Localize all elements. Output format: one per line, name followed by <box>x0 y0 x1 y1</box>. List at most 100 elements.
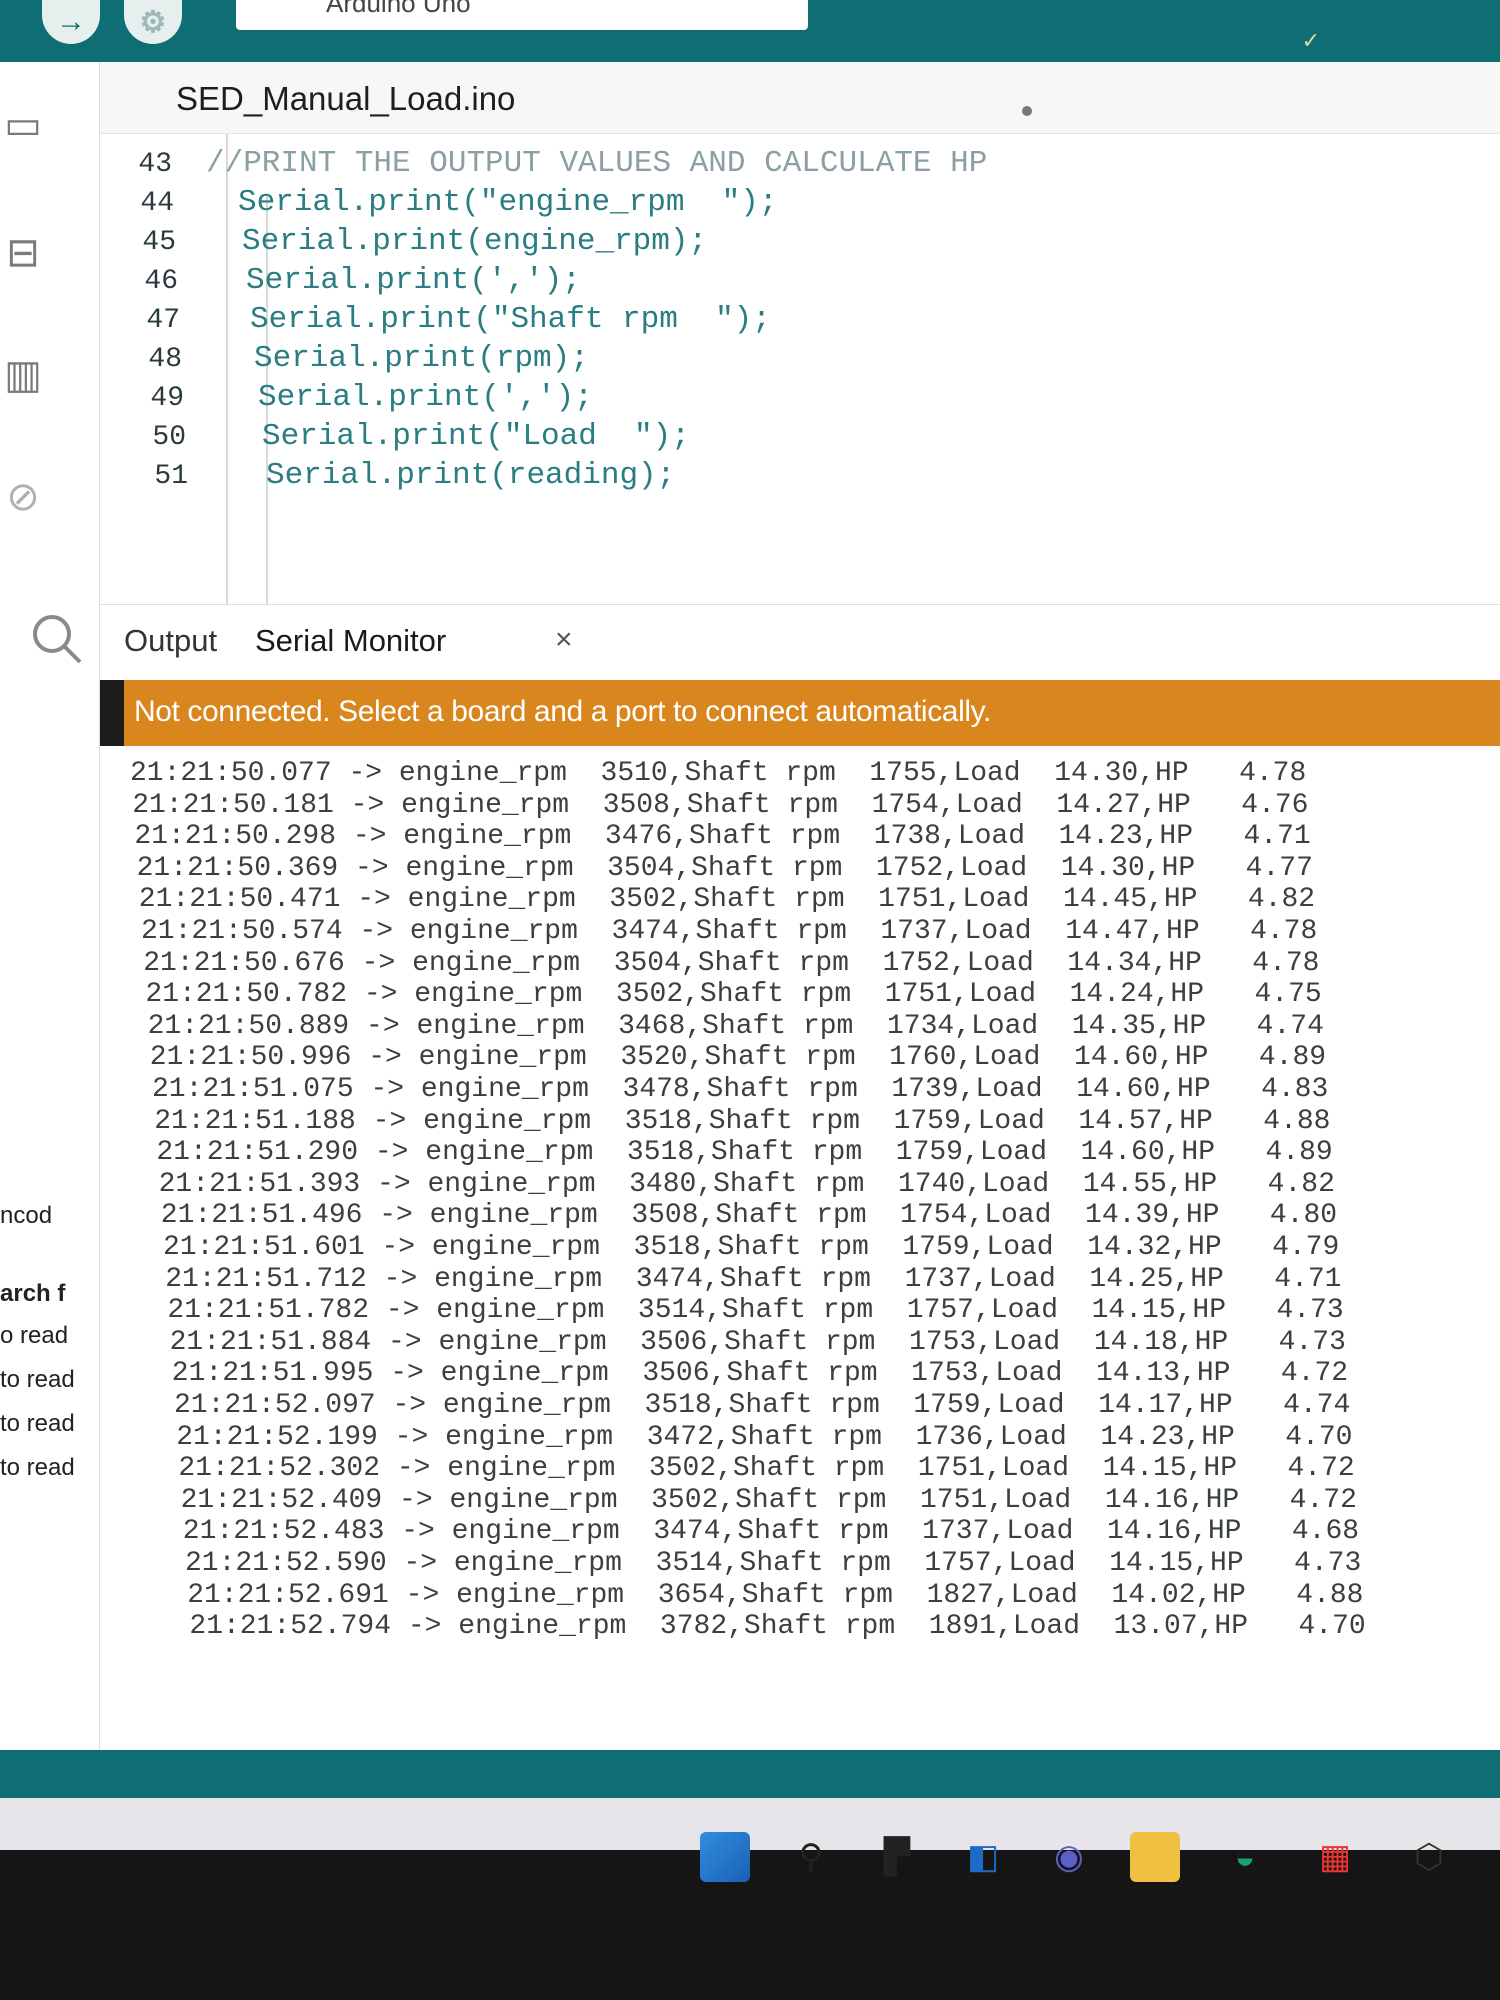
log-engine-value: 3502 <box>651 1484 719 1516</box>
serial-log-line: 21:21:51.782 -> engine_rpm 3514,Shaft rp… <box>167 1293 1343 1329</box>
log-shaft-label: ,Shaft rpm <box>694 1137 863 1169</box>
file-explorer-icon[interactable] <box>1130 1832 1180 1882</box>
search-icon[interactable]: ⚲ <box>786 1832 836 1882</box>
serial-log-line: 21:21:52.794 -> engine_rpm 3782,Shaft rp… <box>189 1609 1365 1645</box>
log-hp-value: 4.82 <box>1267 1168 1335 1200</box>
serial-log-line: 21:21:51.290 -> engine_rpm 3518,Shaft rp… <box>156 1135 1332 1171</box>
log-shaft-label: ,Shaft rpm <box>720 1516 889 1548</box>
log-arrow: -> <box>381 1232 416 1263</box>
serial-log-line: 21:21:50.298 -> engine_rpm 3476,Shaft rp… <box>134 819 1310 855</box>
log-load-value: 14.47 <box>1065 916 1150 947</box>
log-arrow: -> <box>383 1263 418 1295</box>
log-load-value: 14.25 <box>1089 1263 1174 1295</box>
log-hp-label: ,HP <box>1195 1579 1246 1611</box>
log-hp-label: ,HP <box>1160 1074 1211 1105</box>
debug-icon[interactable]: ⊘ <box>0 474 46 520</box>
log-time: 21:21:51.884 <box>169 1326 372 1358</box>
log-hp-value: 4.80 <box>1269 1200 1338 1232</box>
log-load-label: ,Load <box>969 1232 1054 1263</box>
log-hp-label: ,HP <box>1142 821 1194 853</box>
log-hp-label: ,HP <box>1153 979 1205 1011</box>
code-line: 43//PRINT THE OUTPUT VALUES AND CALCULAT… <box>102 142 1402 186</box>
log-arrow: -> <box>352 821 387 853</box>
log-shaft-value: 1752 <box>882 947 950 979</box>
log-hp-value: 4.71 <box>1274 1263 1342 1295</box>
log-arrow: -> <box>385 1295 420 1327</box>
log-shaft-label: ,Shaft rpm <box>676 884 845 916</box>
log-load-value: 14.60 <box>1080 1137 1165 1169</box>
file-tab[interactable]: SED_Manual_Load.ino <box>176 80 515 118</box>
code-line: 50 Serial.print("Load "); <box>116 415 1416 459</box>
log-load-value: 14.57 <box>1078 1105 1163 1137</box>
store-icon[interactable]: ▦ <box>1310 1832 1360 1882</box>
log-engine-value: 3518 <box>626 1137 695 1169</box>
log-hp-value: 4.78 <box>1250 916 1318 947</box>
log-arrow: -> <box>405 1579 440 1611</box>
log-shaft-value: 1757 <box>906 1295 974 1327</box>
log-load-value: 14.35 <box>1071 1010 1156 1042</box>
log-arrow: -> <box>403 1548 438 1579</box>
log-engine-label: engine_rpm <box>440 1358 609 1390</box>
log-hp-label: ,HP <box>1173 1263 1224 1295</box>
log-shaft-label: ,Shaft rpm <box>678 916 847 947</box>
log-hp-label: ,HP <box>1164 1137 1216 1169</box>
log-load-value: 14.15 <box>1102 1453 1187 1485</box>
serial-log-line: 21:21:50.889 -> engine_rpm 3468,Shaft rp… <box>148 1009 1324 1045</box>
windows-start-icon[interactable] <box>700 1832 750 1882</box>
log-load-value: 14.60 <box>1074 1042 1159 1074</box>
log-arrow: -> <box>357 884 391 916</box>
debug-button[interactable]: ⚙ <box>124 0 182 44</box>
log-time: 21:21:50.996 <box>149 1042 352 1074</box>
log-shaft-value: 1759 <box>913 1390 981 1421</box>
log-engine-label: engine_rpm <box>407 884 576 916</box>
upload-button[interactable]: → <box>42 0 100 44</box>
code-editor[interactable]: 43//PRINT THE OUTPUT VALUES AND CALCULAT… <box>100 134 1500 604</box>
log-time: 21:21:50.574 <box>141 916 343 947</box>
log-time: 21:21:50.471 <box>138 884 341 916</box>
log-engine-value: 3474 <box>653 1516 721 1548</box>
log-shaft-label: ,Shaft rpm <box>680 947 849 979</box>
folder-icon[interactable]: ▭ <box>0 102 46 148</box>
log-hp-value: 4.71 <box>1243 821 1311 853</box>
log-engine-label: engine_rpm <box>420 1074 589 1105</box>
tab-output[interactable]: Output <box>124 623 217 659</box>
boards-manager-icon[interactable]: ⊟ <box>0 230 46 276</box>
serial-log-line: 21:21:50.574 -> engine_rpm 3474,Shaft rp… <box>141 914 1317 950</box>
sidebar-peek-0: ncod <box>0 1202 53 1230</box>
search-icon[interactable] <box>26 608 86 668</box>
log-hp-value: 4.70 <box>1298 1611 1366 1643</box>
task-view-icon[interactable]: ▛ <box>872 1832 922 1882</box>
code-statement: Serial.print("Shaft rpm "); <box>250 302 771 337</box>
code-line: 47 Serial.print("Shaft rpm "); <box>110 298 1410 342</box>
log-hp-label: ,HP <box>1166 1168 1218 1200</box>
tab-serial-monitor[interactable]: Serial Monitor <box>255 623 446 659</box>
log-load-label: ,Load <box>940 821 1025 853</box>
desk-edge <box>0 1850 1500 2000</box>
log-load-label: ,Load <box>943 852 1028 884</box>
log-arrow: -> <box>361 947 396 979</box>
log-load-value: 13.07 <box>1113 1611 1198 1643</box>
library-manager-icon[interactable]: ▥ <box>0 352 46 398</box>
log-arrow: -> <box>377 1168 411 1200</box>
serial-log-line: 21:21:52.199 -> engine_rpm 3472,Shaft rp… <box>176 1420 1352 1456</box>
board-selector[interactable]: Arduino Uno <box>236 0 808 30</box>
widgets-icon[interactable]: ◧ <box>958 1832 1008 1882</box>
code-line: 48 Serial.print(rpm); <box>112 337 1412 381</box>
log-arrow: -> <box>370 1074 405 1105</box>
log-engine-value: 3514 <box>637 1295 706 1327</box>
arduino-ide-icon[interactable]: ⬡ <box>1404 1832 1454 1882</box>
edge-browser-icon[interactable]: ◒ <box>1220 1832 1270 1882</box>
close-icon[interactable]: × <box>555 623 573 657</box>
log-hp-value: 4.72 <box>1289 1484 1357 1516</box>
log-shaft-value: 1737 <box>904 1263 972 1295</box>
log-shaft-label: ,Shaft rpm <box>687 1042 856 1074</box>
log-hp-value: 4.73 <box>1276 1295 1344 1327</box>
log-time: 21:21:50.369 <box>136 852 339 884</box>
log-engine-value: 3654 <box>657 1579 725 1611</box>
code-comment: //PRINT THE OUTPUT VALUES AND CALCULATE … <box>206 146 988 181</box>
log-load-value: 14.15 <box>1109 1548 1194 1579</box>
log-arrow: -> <box>401 1516 435 1548</box>
serial-log-line: 21:21:50.077 -> engine_rpm 3510,Shaft rp… <box>130 756 1306 792</box>
log-hp-label: ,HP <box>1171 1232 1222 1263</box>
teams-chat-icon[interactable]: ◉ <box>1044 1832 1094 1882</box>
